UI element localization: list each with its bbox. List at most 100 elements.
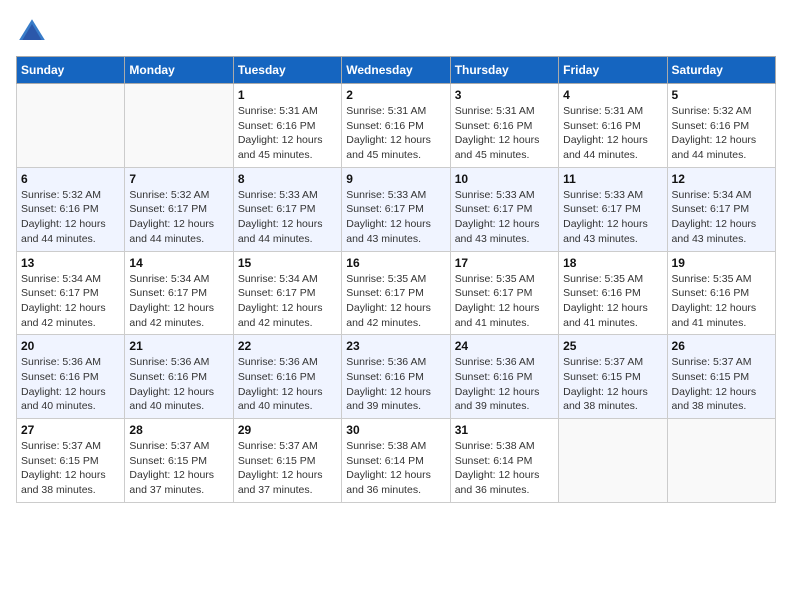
day-info: Sunrise: 5:36 AM Sunset: 6:16 PM Dayligh… (455, 355, 554, 414)
day-number: 26 (672, 339, 771, 353)
calendar-cell: 14 Sunrise: 5:34 AM Sunset: 6:17 PM Dayli… (125, 251, 233, 335)
day-info: Sunrise: 5:36 AM Sunset: 6:16 PM Dayligh… (346, 355, 445, 414)
calendar-cell (17, 84, 125, 168)
day-of-week-header: Monday (125, 57, 233, 84)
day-info: Sunrise: 5:34 AM Sunset: 6:17 PM Dayligh… (672, 188, 771, 247)
calendar-cell: 8 Sunrise: 5:33 AM Sunset: 6:17 PM Daylig… (233, 167, 341, 251)
calendar-table: SundayMondayTuesdayWednesdayThursdayFrid… (16, 56, 776, 503)
day-number: 22 (238, 339, 337, 353)
calendar-cell: 9 Sunrise: 5:33 AM Sunset: 6:17 PM Daylig… (342, 167, 450, 251)
day-number: 5 (672, 88, 771, 102)
day-info: Sunrise: 5:35 AM Sunset: 6:16 PM Dayligh… (563, 272, 662, 331)
day-of-week-header: Saturday (667, 57, 775, 84)
day-info: Sunrise: 5:34 AM Sunset: 6:17 PM Dayligh… (21, 272, 120, 331)
day-number: 27 (21, 423, 120, 437)
day-number: 18 (563, 256, 662, 270)
day-info: Sunrise: 5:36 AM Sunset: 6:16 PM Dayligh… (238, 355, 337, 414)
day-number: 9 (346, 172, 445, 186)
calendar-cell: 26 Sunrise: 5:37 AM Sunset: 6:15 PM Dayli… (667, 335, 775, 419)
calendar-cell (559, 419, 667, 503)
day-number: 31 (455, 423, 554, 437)
day-info: Sunrise: 5:33 AM Sunset: 6:17 PM Dayligh… (238, 188, 337, 247)
calendar-cell: 22 Sunrise: 5:36 AM Sunset: 6:16 PM Dayli… (233, 335, 341, 419)
calendar-cell: 31 Sunrise: 5:38 AM Sunset: 6:14 PM Dayli… (450, 419, 558, 503)
calendar-cell: 13 Sunrise: 5:34 AM Sunset: 6:17 PM Dayli… (17, 251, 125, 335)
day-info: Sunrise: 5:31 AM Sunset: 6:16 PM Dayligh… (238, 104, 337, 163)
calendar-week-row: 13 Sunrise: 5:34 AM Sunset: 6:17 PM Dayli… (17, 251, 776, 335)
calendar-cell: 29Sunrise: 5:37 AM Sunset: 6:15 PM Dayli… (233, 419, 341, 503)
calendar-cell: 3 Sunrise: 5:31 AM Sunset: 6:16 PM Daylig… (450, 84, 558, 168)
day-number: 12 (672, 172, 771, 186)
day-info: Sunrise: 5:37 AM Sunset: 6:15 PM Dayligh… (129, 439, 228, 498)
day-number: 2 (346, 88, 445, 102)
day-number: 7 (129, 172, 228, 186)
day-number: 14 (129, 256, 228, 270)
day-number: 19 (672, 256, 771, 270)
calendar-cell: 15 Sunrise: 5:34 AM Sunset: 6:17 PM Dayli… (233, 251, 341, 335)
day-number: 28 (129, 423, 228, 437)
day-of-week-header: Thursday (450, 57, 558, 84)
calendar-cell: 30Sunrise: 5:38 AM Sunset: 6:14 PM Dayli… (342, 419, 450, 503)
calendar-cell: 23 Sunrise: 5:36 AM Sunset: 6:16 PM Dayli… (342, 335, 450, 419)
calendar-cell: 5 Sunrise: 5:32 AM Sunset: 6:16 PM Daylig… (667, 84, 775, 168)
day-info: Sunrise: 5:33 AM Sunset: 6:17 PM Dayligh… (563, 188, 662, 247)
day-of-week-header: Sunday (17, 57, 125, 84)
day-info: Sunrise: 5:35 AM Sunset: 6:16 PM Dayligh… (672, 272, 771, 331)
day-info: Sunrise: 5:34 AM Sunset: 6:17 PM Dayligh… (129, 272, 228, 331)
calendar-cell: 17 Sunrise: 5:35 AM Sunset: 6:17 PM Dayli… (450, 251, 558, 335)
calendar-cell: 2 Sunrise: 5:31 AM Sunset: 6:16 PM Daylig… (342, 84, 450, 168)
day-info: Sunrise: 5:38 AM Sunset: 6:14 PM Dayligh… (455, 439, 554, 498)
calendar-cell: 28 Sunrise: 5:37 AM Sunset: 6:15 PM Dayli… (125, 419, 233, 503)
day-info: Sunrise: 5:37 AM Sunset: 6:15 PM Dayligh… (563, 355, 662, 414)
day-info: Sunrise: 5:37 AM Sunset: 6:15 PM Dayligh… (21, 439, 120, 498)
day-number: 13 (21, 256, 120, 270)
day-info: Sunrise: 5:31 AM Sunset: 6:16 PM Dayligh… (346, 104, 445, 163)
day-info: Sunrise: 5:32 AM Sunset: 6:16 PM Dayligh… (672, 104, 771, 163)
day-info: Sunrise: 5:35 AM Sunset: 6:17 PM Dayligh… (455, 272, 554, 331)
day-of-week-header: Tuesday (233, 57, 341, 84)
calendar-cell: 10 Sunrise: 5:33 AM Sunset: 6:17 PM Dayli… (450, 167, 558, 251)
calendar-cell: 7 Sunrise: 5:32 AM Sunset: 6:17 PM Daylig… (125, 167, 233, 251)
day-number: 17 (455, 256, 554, 270)
day-number: 15 (238, 256, 337, 270)
calendar-cell (125, 84, 233, 168)
day-info: Sunrise: 5:31 AM Sunset: 6:16 PM Dayligh… (563, 104, 662, 163)
day-number: 16 (346, 256, 445, 270)
calendar-cell: 24 Sunrise: 5:36 AM Sunset: 6:16 PM Dayli… (450, 335, 558, 419)
calendar-cell: 12 Sunrise: 5:34 AM Sunset: 6:17 PM Dayli… (667, 167, 775, 251)
calendar-cell: 11 Sunrise: 5:33 AM Sunset: 6:17 PM Dayli… (559, 167, 667, 251)
day-info: Sunrise: 5:31 AM Sunset: 6:16 PM Dayligh… (455, 104, 554, 163)
logo-icon (16, 16, 48, 48)
day-info: Sunrise: 5:35 AM Sunset: 6:17 PM Dayligh… (346, 272, 445, 331)
day-of-week-header: Wednesday (342, 57, 450, 84)
calendar-week-row: 20 Sunrise: 5:36 AM Sunset: 6:16 PM Dayli… (17, 335, 776, 419)
day-number: 10 (455, 172, 554, 186)
day-number: 3 (455, 88, 554, 102)
day-info: Sunrise: 5:32 AM Sunset: 6:16 PM Dayligh… (21, 188, 120, 247)
day-info: Sunrise: 5:34 AM Sunset: 6:17 PM Dayligh… (238, 272, 337, 331)
day-info: Sunrise: 5:36 AM Sunset: 6:16 PM Dayligh… (21, 355, 120, 414)
day-number: 25 (563, 339, 662, 353)
calendar-week-row: 6 Sunrise: 5:32 AM Sunset: 6:16 PM Daylig… (17, 167, 776, 251)
day-info: Sunrise: 5:38 AM Sunset: 6:14 PM Dayligh… (346, 439, 445, 498)
day-number: 8 (238, 172, 337, 186)
day-number: 6 (21, 172, 120, 186)
calendar-cell: 4 Sunrise: 5:31 AM Sunset: 6:16 PM Daylig… (559, 84, 667, 168)
day-number: 21 (129, 339, 228, 353)
day-number: 23 (346, 339, 445, 353)
day-number: 11 (563, 172, 662, 186)
calendar-cell: 6 Sunrise: 5:32 AM Sunset: 6:16 PM Daylig… (17, 167, 125, 251)
day-info: Sunrise: 5:37 AM Sunset: 6:15 PM Dayligh… (672, 355, 771, 414)
page-header (16, 16, 776, 48)
day-info: Sunrise: 5:33 AM Sunset: 6:17 PM Dayligh… (455, 188, 554, 247)
day-number: 20 (21, 339, 120, 353)
day-number: 24 (455, 339, 554, 353)
day-info: Sunrise: 5:33 AM Sunset: 6:17 PM Dayligh… (346, 188, 445, 247)
day-number: 1 (238, 88, 337, 102)
day-number: 4 (563, 88, 662, 102)
day-info: Sunrise: 5:32 AM Sunset: 6:17 PM Dayligh… (129, 188, 228, 247)
calendar-cell: 27 Sunrise: 5:37 AM Sunset: 6:15 PM Dayli… (17, 419, 125, 503)
logo (16, 16, 52, 48)
calendar-cell: 25 Sunrise: 5:37 AM Sunset: 6:15 PM Dayli… (559, 335, 667, 419)
calendar-cell (667, 419, 775, 503)
